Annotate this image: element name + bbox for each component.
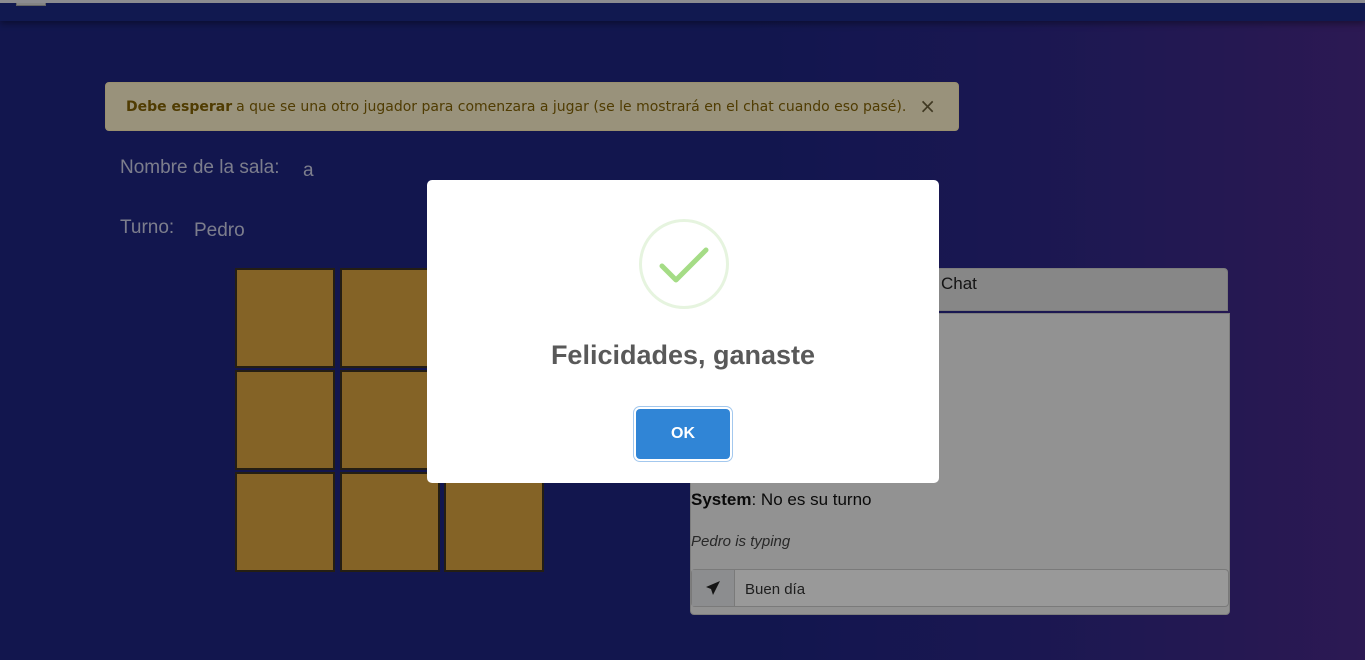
success-check-icon (639, 219, 729, 309)
success-dialog: Felicidades, ganaste OK (427, 180, 939, 483)
dialog-title: Felicidades, ganaste (550, 340, 816, 370)
ok-button[interactable]: OK (636, 409, 730, 459)
